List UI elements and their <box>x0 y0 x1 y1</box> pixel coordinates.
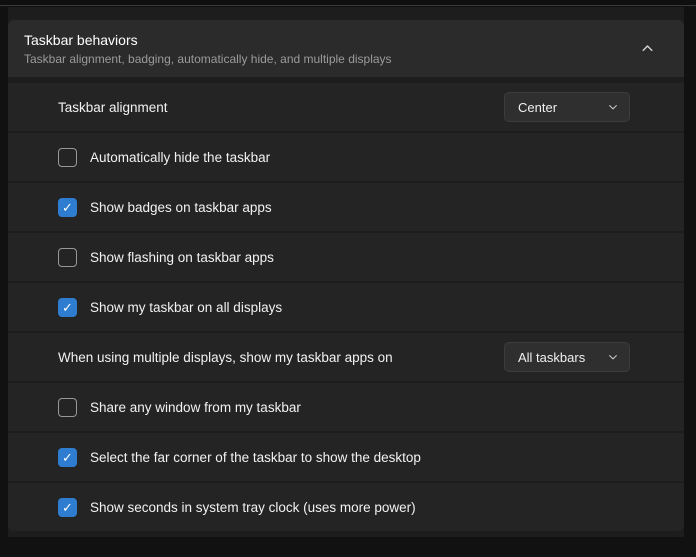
checkbox[interactable]: ✓ <box>58 298 77 317</box>
show-badges-checkbox-row[interactable]: ✓ Show badges on taskbar apps <box>58 198 272 217</box>
clock-seconds-checkbox-row[interactable]: ✓ Show seconds in system tray clock (use… <box>58 498 416 517</box>
dropdown-value: All taskbars <box>518 350 585 365</box>
setting-row-far-corner-desktop: ✓ Select the far corner of the taskbar t… <box>8 433 684 481</box>
setting-label: Taskbar alignment <box>58 100 168 115</box>
taskbar-behaviors-expander: Taskbar behaviors Taskbar alignment, bad… <box>8 20 684 531</box>
checkbox-label: Share any window from my taskbar <box>90 400 301 415</box>
setting-row-multiple-displays-apps: When using multiple displays, show my ta… <box>8 333 684 381</box>
checkbox[interactable]: ✓ <box>58 198 77 217</box>
setting-row-show-flashing: ✓ Show flashing on taskbar apps <box>8 233 684 281</box>
far-corner-desktop-checkbox-row[interactable]: ✓ Select the far corner of the taskbar t… <box>58 448 421 467</box>
header-text: Taskbar behaviors Taskbar alignment, bad… <box>24 32 392 66</box>
checkbox-label: Select the far corner of the taskbar to … <box>90 450 421 465</box>
show-flashing-checkbox-row[interactable]: ✓ Show flashing on taskbar apps <box>58 248 274 267</box>
settings-rows: Taskbar alignment Center ✓ Automatically… <box>8 83 684 531</box>
setting-row-share-window: ✓ Share any window from my taskbar <box>8 383 684 431</box>
checkbox[interactable]: ✓ <box>58 248 77 267</box>
setting-row-show-badges: ✓ Show badges on taskbar apps <box>8 183 684 231</box>
checkmark-icon: ✓ <box>62 501 73 514</box>
checkbox-label: Automatically hide the taskbar <box>90 150 270 165</box>
taskbar-all-displays-checkbox-row[interactable]: ✓ Show my taskbar on all displays <box>58 298 282 317</box>
taskbar-alignment-dropdown[interactable]: Center <box>504 92 630 122</box>
section-subtitle: Taskbar alignment, badging, automaticall… <box>24 52 392 66</box>
multiple-displays-dropdown[interactable]: All taskbars <box>504 342 630 372</box>
setting-row-taskbar-all-displays: ✓ Show my taskbar on all displays <box>8 283 684 331</box>
checkbox-label: Show seconds in system tray clock (uses … <box>90 500 416 515</box>
checkbox-label: Show flashing on taskbar apps <box>90 250 274 265</box>
setting-row-auto-hide-taskbar: ✓ Automatically hide the taskbar <box>8 133 684 181</box>
checkbox[interactable]: ✓ <box>58 448 77 467</box>
checkmark-icon: ✓ <box>62 301 73 314</box>
section-title: Taskbar behaviors <box>24 32 392 48</box>
taskbar-behaviors-header[interactable]: Taskbar behaviors Taskbar alignment, bad… <box>8 20 684 77</box>
settings-panel: Taskbar behaviors Taskbar alignment, bad… <box>8 7 684 537</box>
checkbox-label: Show my taskbar on all displays <box>90 300 282 315</box>
setting-label: When using multiple displays, show my ta… <box>58 350 393 365</box>
checkbox[interactable]: ✓ <box>58 398 77 417</box>
checkbox[interactable]: ✓ <box>58 498 77 517</box>
checkmark-icon: ✓ <box>62 451 73 464</box>
setting-row-taskbar-alignment: Taskbar alignment Center <box>8 83 684 131</box>
chevron-down-icon <box>608 352 618 362</box>
auto-hide-taskbar-checkbox-row[interactable]: ✓ Automatically hide the taskbar <box>58 148 270 167</box>
checkbox-label: Show badges on taskbar apps <box>90 200 272 215</box>
chevron-up-icon[interactable] <box>634 36 660 62</box>
setting-row-clock-seconds: ✓ Show seconds in system tray clock (use… <box>8 483 684 531</box>
checkbox[interactable]: ✓ <box>58 148 77 167</box>
dropdown-value: Center <box>518 100 557 115</box>
share-window-checkbox-row[interactable]: ✓ Share any window from my taskbar <box>58 398 301 417</box>
top-divider <box>0 0 696 6</box>
checkmark-icon: ✓ <box>62 201 73 214</box>
chevron-down-icon <box>608 102 618 112</box>
